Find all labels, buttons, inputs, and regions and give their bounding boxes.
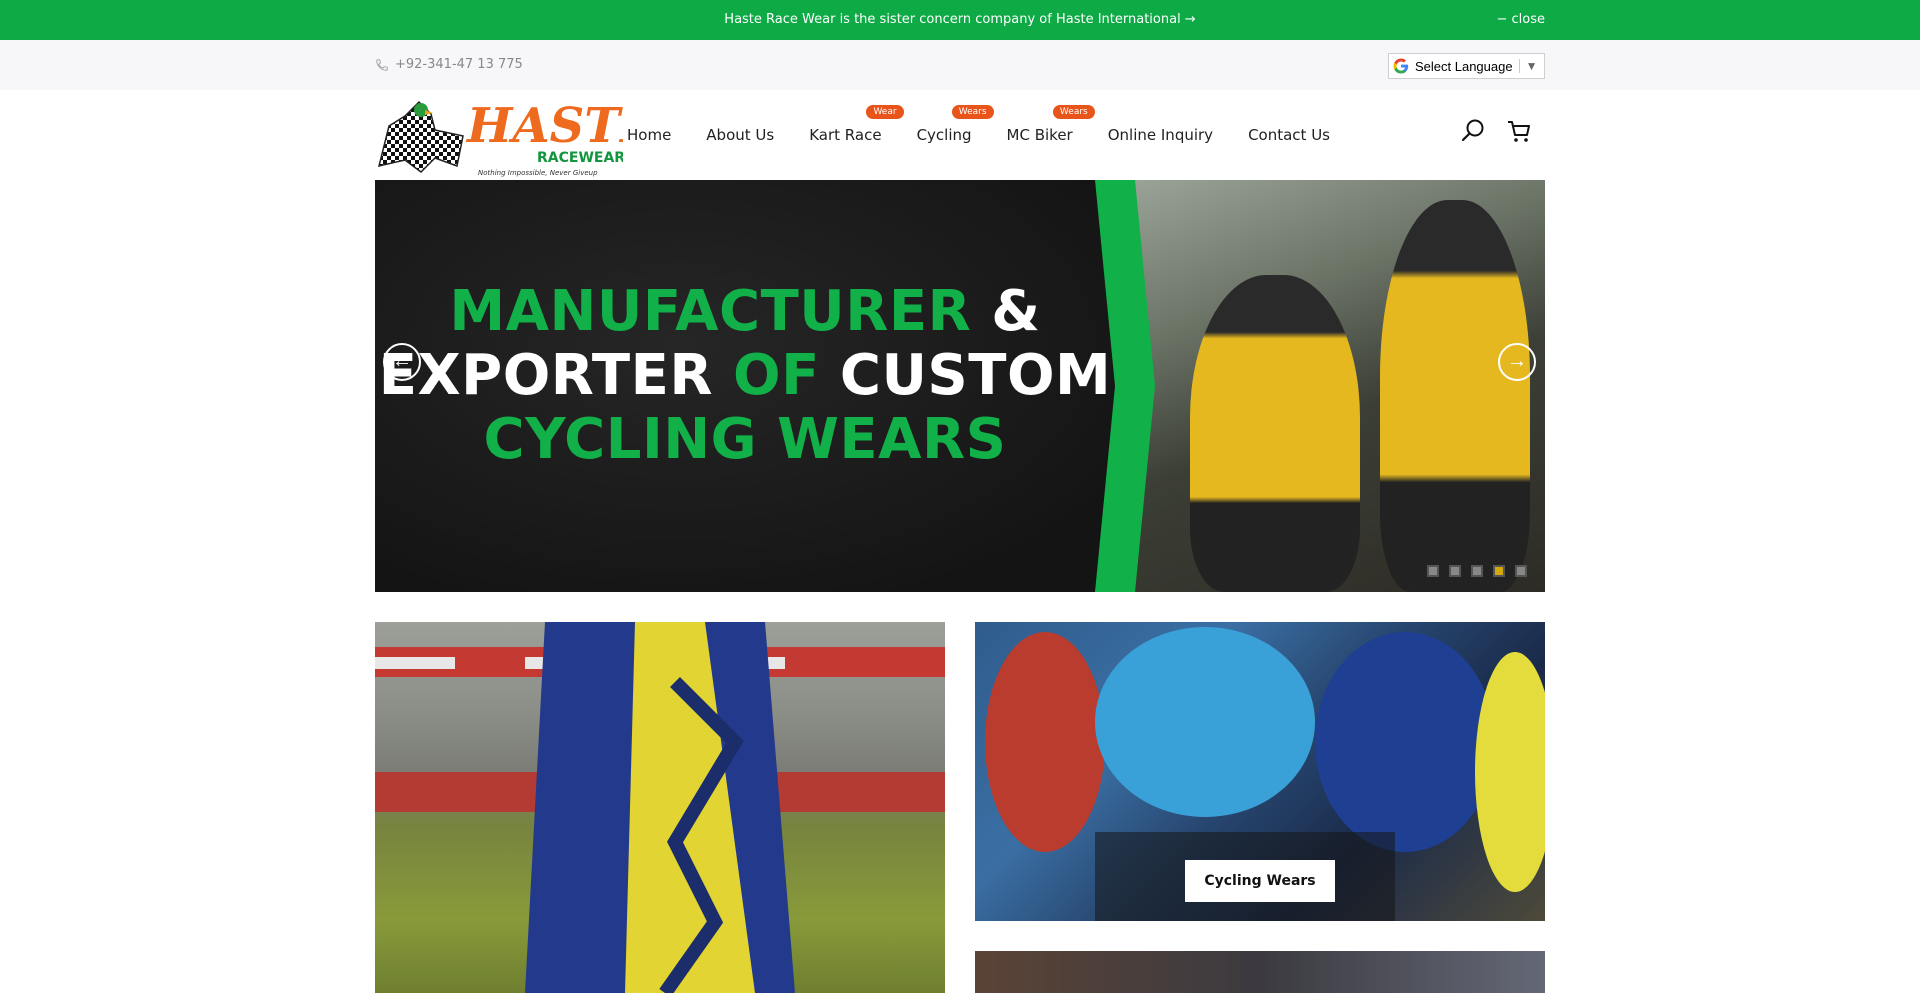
google-icon (1393, 58, 1409, 74)
haste-logo-mark: HASTE RACEWEAR Nothing Impossible, Never… (377, 98, 658, 177)
cycling-wears-label[interactable]: Cycling Wears (1185, 860, 1335, 902)
nav-online-inquiry[interactable]: Online Inquiry (1108, 126, 1213, 144)
nav-badge: Wear (866, 105, 904, 119)
cyclist-figure (1190, 275, 1360, 592)
slider-dots (1427, 565, 1527, 577)
hero-slider: MANUFACTURER & EXPORTER OF CUSTOM CYCLIN… (375, 180, 1545, 592)
nav-kart-race-label: Kart Race (809, 126, 882, 144)
announcement-link[interactable]: Haste Race Wear is the sister concern co… (0, 12, 1920, 27)
svg-text:HASTE: HASTE (465, 98, 623, 154)
top-strip: +92-341-47 13 775 Select Language ▼ (0, 40, 1920, 90)
hero-headline: MANUFACTURER & EXPORTER OF CUSTOM CYCLIN… (375, 280, 1115, 472)
slider-dot-active[interactable] (1493, 565, 1505, 577)
slider-dot[interactable] (1515, 565, 1527, 577)
site-logo[interactable]: HASTE RACEWEAR Nothing Impossible, Never… (375, 96, 658, 178)
search-icon[interactable] (1460, 118, 1486, 144)
cyclist-figure (1380, 200, 1530, 592)
nav-about-us[interactable]: About Us (706, 126, 774, 144)
nav-cycling-label: Cycling (916, 126, 972, 144)
hero-line1-green: MANUFACTURER (449, 279, 972, 344)
language-label: Select Language (1415, 58, 1513, 74)
phone-icon (376, 58, 388, 71)
slider-dot[interactable] (1449, 565, 1461, 577)
hero-line2-white-a: EXPORTER (378, 343, 713, 408)
cycling-wears-tile[interactable]: Cycling Wears (975, 622, 1545, 921)
kart-race-wear-tile[interactable] (375, 622, 945, 993)
nav-kart-race[interactable]: Kart Race Wear (809, 105, 904, 144)
announcement-bar: Haste Race Wear is the sister concern co… (0, 0, 1920, 40)
nav-mc-biker[interactable]: MC Biker Wears (1006, 105, 1095, 144)
hero-line2-white-b: CUSTOM (839, 343, 1112, 408)
nav-badge: Wears (1052, 105, 1095, 119)
svg-text:RACEWEAR: RACEWEAR (537, 150, 623, 166)
close-announcement-button[interactable]: − close (1496, 12, 1545, 27)
slider-dot[interactable] (1427, 565, 1439, 577)
main-nav: Home About Us Kart Race Wear Cycling Wears… (627, 105, 1365, 144)
nav-cycling[interactable]: Cycling Wears (916, 105, 994, 144)
hero-cyclists-photo (1130, 180, 1545, 592)
slider-dot[interactable] (1471, 565, 1483, 577)
hero-line2-green: OF (732, 343, 820, 408)
kart-suit-image (375, 622, 945, 993)
phone-number: +92-341-47 13 775 (395, 57, 523, 72)
nav-home-label: Home (627, 126, 672, 144)
nav-contact-us-label: Contact Us (1248, 126, 1330, 144)
svg-text:Nothing Impossible, Never Give: Nothing Impossible, Never Giveup (478, 169, 598, 177)
site-header: HASTE RACEWEAR Nothing Impossible, Never… (0, 90, 1920, 180)
nav-about-us-label: About Us (706, 126, 775, 144)
header-actions (1460, 118, 1532, 144)
nav-badge: Wears (951, 105, 994, 119)
language-selector[interactable]: Select Language ▼ (1388, 53, 1545, 79)
nav-contact-us[interactable]: Contact Us (1248, 126, 1330, 144)
phone-contact[interactable]: +92-341-47 13 775 (375, 57, 523, 72)
hero-line3-green: CYCLING WEARS (483, 407, 1007, 472)
chevron-down-icon: ▼ (1518, 59, 1537, 73)
cart-icon[interactable] (1506, 118, 1532, 144)
nav-online-inquiry-label: Online Inquiry (1107, 126, 1214, 144)
nav-home[interactable]: Home (627, 126, 671, 144)
slider-next-button[interactable]: → (1498, 343, 1536, 381)
hero-line1-white: & (991, 279, 1041, 344)
slider-prev-button[interactable]: ← (383, 343, 421, 381)
mc-biker-tile[interactable] (975, 951, 1545, 993)
nav-mc-biker-label: MC Biker (1006, 126, 1073, 144)
